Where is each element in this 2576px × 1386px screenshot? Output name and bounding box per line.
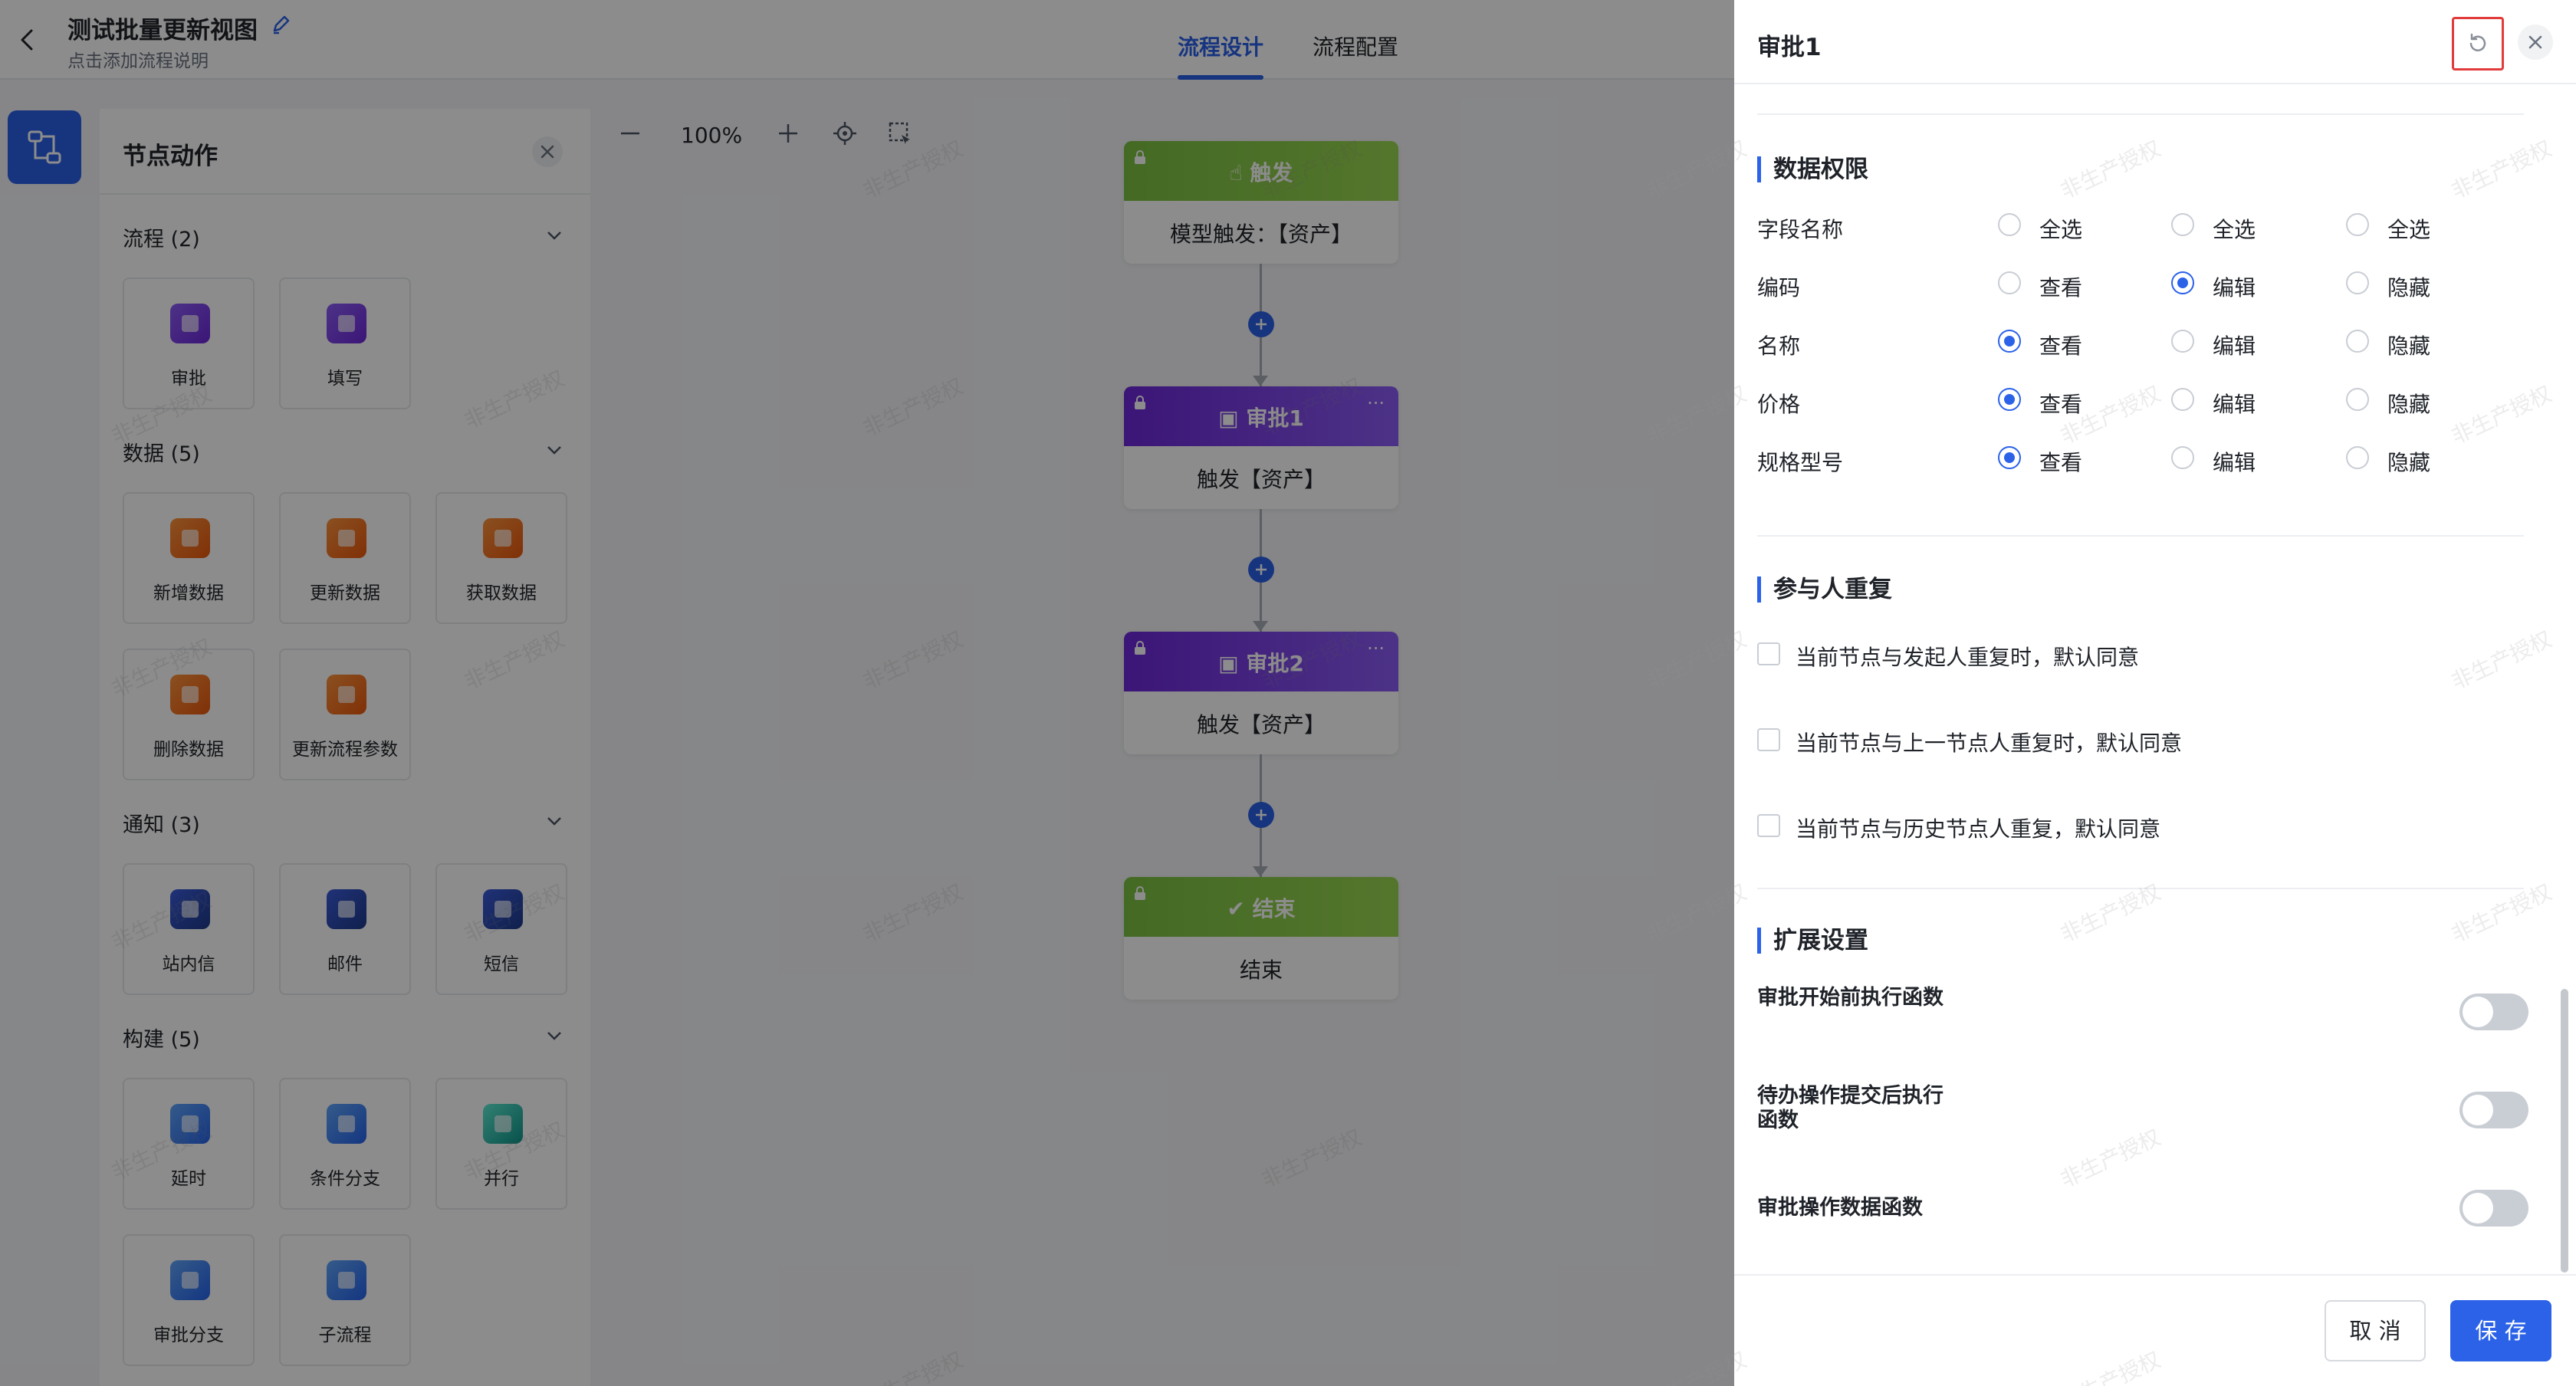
cancel-button[interactable]: 取 消 bbox=[2325, 1300, 2426, 1361]
save-button[interactable]: 保 存 bbox=[2450, 1300, 2551, 1361]
auto-approve-previous-checkbox[interactable] bbox=[1757, 728, 1780, 751]
select-all-edit-radio[interactable] bbox=[2171, 213, 2194, 236]
close-icon[interactable] bbox=[2518, 25, 2553, 60]
permission-radio-view[interactable] bbox=[1998, 330, 2021, 353]
select-all-view-radio[interactable] bbox=[1998, 213, 2021, 236]
watermark: 非生产授权 bbox=[2447, 626, 2556, 695]
radio-label: 隐藏 bbox=[2387, 275, 2431, 301]
radio-label: 全选 bbox=[2039, 217, 2083, 242]
radio-label: 查看 bbox=[2039, 450, 2083, 475]
watermark: 非生产授权 bbox=[2056, 1124, 2165, 1193]
watermark: 非生产授权 bbox=[2447, 380, 2556, 449]
permission-radio-hide[interactable] bbox=[2346, 330, 2369, 353]
extension-label: 待办操作提交后执行函数 bbox=[1757, 1084, 1944, 1132]
checkbox-label: 当前节点与发起人重复时，默认同意 bbox=[1796, 645, 2140, 670]
radio-label: 查看 bbox=[2039, 392, 2083, 417]
field-name-header: 字段名称 bbox=[1757, 217, 1844, 242]
divider bbox=[1757, 535, 2524, 537]
radio-label: 编辑 bbox=[2213, 450, 2256, 475]
divider bbox=[1734, 83, 2576, 84]
select-all-hide-radio[interactable] bbox=[2346, 213, 2369, 236]
radio-label: 隐藏 bbox=[2387, 333, 2431, 359]
checkbox-label: 当前节点与上一节点人重复时，默认同意 bbox=[1796, 731, 2183, 756]
after-submit-function-toggle[interactable] bbox=[2459, 1092, 2528, 1128]
divider bbox=[1757, 888, 2524, 889]
field-label: 规格型号 bbox=[1757, 450, 1844, 475]
permission-radio-hide[interactable] bbox=[2346, 271, 2369, 294]
field-label: 价格 bbox=[1757, 392, 1801, 417]
radio-label: 全选 bbox=[2387, 217, 2431, 242]
field-label: 名称 bbox=[1757, 333, 1801, 359]
divider bbox=[1757, 113, 2524, 115]
watermark: 非生产授权 bbox=[2056, 135, 2165, 204]
radio-label: 编辑 bbox=[2213, 392, 2256, 417]
permission-radio-hide[interactable] bbox=[2346, 388, 2369, 411]
radio-label: 查看 bbox=[2039, 333, 2083, 359]
checkbox-label: 当前节点与历史节点人重复，默认同意 bbox=[1796, 816, 2161, 842]
approval-data-function-toggle[interactable] bbox=[2459, 1190, 2528, 1227]
scrollbar[interactable] bbox=[2561, 989, 2568, 1273]
watermark: 非生产授权 bbox=[2447, 135, 2556, 204]
watermark: 非生产授权 bbox=[2447, 879, 2556, 948]
radio-label: 编辑 bbox=[2213, 333, 2256, 359]
permission-radio-view[interactable] bbox=[1998, 388, 2021, 411]
section-title-data-permission: 数据权限 bbox=[1757, 156, 1868, 182]
watermark: 非生产授权 bbox=[2056, 879, 2165, 948]
node-settings-drawer: 审批1 数据权限 字段名称 全选 全选 全选 编码 查看 编辑 隐藏 名称 查看… bbox=[1642, 0, 2576, 1386]
permission-radio-edit[interactable] bbox=[2171, 446, 2194, 469]
section-title-participant-repeat: 参与人重复 bbox=[1757, 576, 1892, 603]
permission-radio-view[interactable] bbox=[1998, 446, 2021, 469]
permission-radio-edit[interactable] bbox=[2171, 388, 2194, 411]
field-label: 编码 bbox=[1757, 275, 1801, 301]
drawer-title: 审批1 bbox=[1757, 34, 1822, 61]
radio-label: 隐藏 bbox=[2387, 450, 2431, 475]
before-approval-function-toggle[interactable] bbox=[2459, 994, 2528, 1030]
auto-approve-history-checkbox[interactable] bbox=[1757, 814, 1780, 837]
permission-radio-view[interactable] bbox=[1998, 271, 2021, 294]
radio-label: 全选 bbox=[2213, 217, 2256, 242]
radio-label: 编辑 bbox=[2213, 275, 2256, 301]
refresh-icon bbox=[2469, 33, 2486, 51]
extension-label: 审批操作数据函数 bbox=[1757, 1196, 1923, 1220]
permission-radio-edit[interactable] bbox=[2171, 330, 2194, 353]
radio-label: 隐藏 bbox=[2387, 392, 2431, 417]
permission-radio-hide[interactable] bbox=[2346, 446, 2369, 469]
radio-label: 查看 bbox=[2039, 275, 2083, 301]
divider bbox=[1734, 1274, 2576, 1276]
permission-radio-edit[interactable] bbox=[2171, 271, 2194, 294]
reset-button[interactable] bbox=[2452, 17, 2504, 71]
extension-label: 审批开始前执行函数 bbox=[1757, 986, 1944, 1010]
auto-approve-initiator-checkbox[interactable] bbox=[1757, 642, 1780, 665]
watermark: 非生产授权 bbox=[2056, 1346, 2165, 1386]
section-title-extension: 扩展设置 bbox=[1757, 928, 1868, 954]
